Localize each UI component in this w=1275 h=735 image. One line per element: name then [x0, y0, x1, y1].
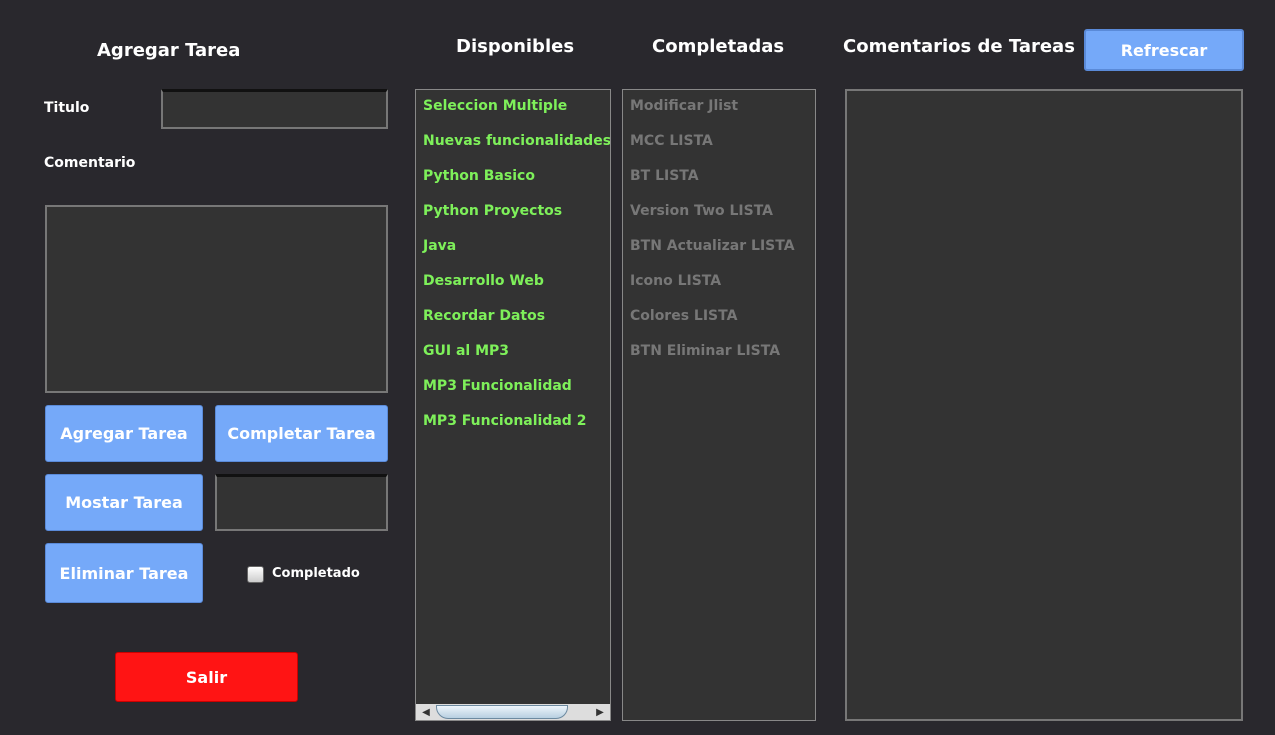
disponibles-header: Disponibles — [456, 36, 575, 57]
completar-tarea-button[interactable]: Completar Tarea — [215, 405, 388, 462]
completada-item[interactable]: Icono LISTA — [630, 273, 815, 308]
completada-item[interactable]: Version Two LISTA — [630, 203, 815, 238]
completado-label: Completado — [272, 566, 360, 581]
disponible-item[interactable]: Desarrollo Web — [423, 273, 610, 308]
completadas-list[interactable]: Modificar Jlist MCC LISTA BT LISTA Version … — [622, 89, 816, 721]
task-id-input[interactable] — [215, 474, 388, 531]
disponible-item[interactable]: Java — [423, 238, 610, 273]
disponible-item[interactable]: Seleccion Multiple — [423, 98, 610, 133]
scroll-right-icon[interactable]: ▶ — [590, 707, 610, 718]
comentario-textarea[interactable] — [45, 205, 388, 393]
comentario-label: Comentario — [44, 155, 136, 171]
horizontal-scrollbar[interactable]: ◀ ▶ — [416, 704, 610, 720]
disponible-item[interactable]: MP3 Funcionalidad — [423, 378, 610, 413]
completada-item[interactable]: MCC LISTA — [630, 133, 815, 168]
disponible-item[interactable]: Nuevas funcionalidades 1 — [423, 133, 610, 168]
completada-item[interactable]: Modificar Jlist — [630, 98, 815, 133]
completada-item[interactable]: Colores LISTA — [630, 308, 815, 343]
disponible-item[interactable]: Python Basico — [423, 168, 610, 203]
eliminar-tarea-button[interactable]: Eliminar Tarea — [45, 543, 203, 603]
disponible-item[interactable]: GUI al MP3 — [423, 343, 610, 378]
agregar-tarea-button[interactable]: Agregar Tarea — [45, 405, 203, 462]
comentarios-area[interactable] — [845, 89, 1243, 721]
salir-button[interactable]: Salir — [115, 652, 298, 702]
disponible-item[interactable]: Recordar Datos — [423, 308, 610, 343]
disponibles-list[interactable]: Seleccion Multiple Nuevas funcionalidades… — [415, 89, 611, 721]
completada-item[interactable]: BT LISTA — [630, 168, 815, 203]
completada-item[interactable]: BTN Eliminar LISTA — [630, 343, 815, 378]
disponible-item[interactable]: Python Proyectos — [423, 203, 610, 238]
scroll-left-icon[interactable]: ◀ — [416, 707, 436, 718]
refrescar-button[interactable]: Refrescar — [1084, 29, 1244, 71]
form-title: Agregar Tarea — [97, 40, 241, 61]
titulo-input[interactable] — [161, 89, 388, 129]
disponible-item[interactable]: MP3 Funcionalidad 2 — [423, 413, 610, 448]
completada-item[interactable]: BTN Actualizar LISTA — [630, 238, 815, 273]
completadas-header: Completadas — [652, 36, 785, 57]
scroll-thumb[interactable] — [436, 705, 568, 719]
mostrar-tarea-button[interactable]: Mostar Tarea — [45, 474, 203, 531]
comentarios-header: Comentarios de Tareas — [843, 36, 1075, 57]
titulo-label: Titulo — [44, 100, 90, 116]
completado-checkbox[interactable] — [247, 566, 264, 583]
